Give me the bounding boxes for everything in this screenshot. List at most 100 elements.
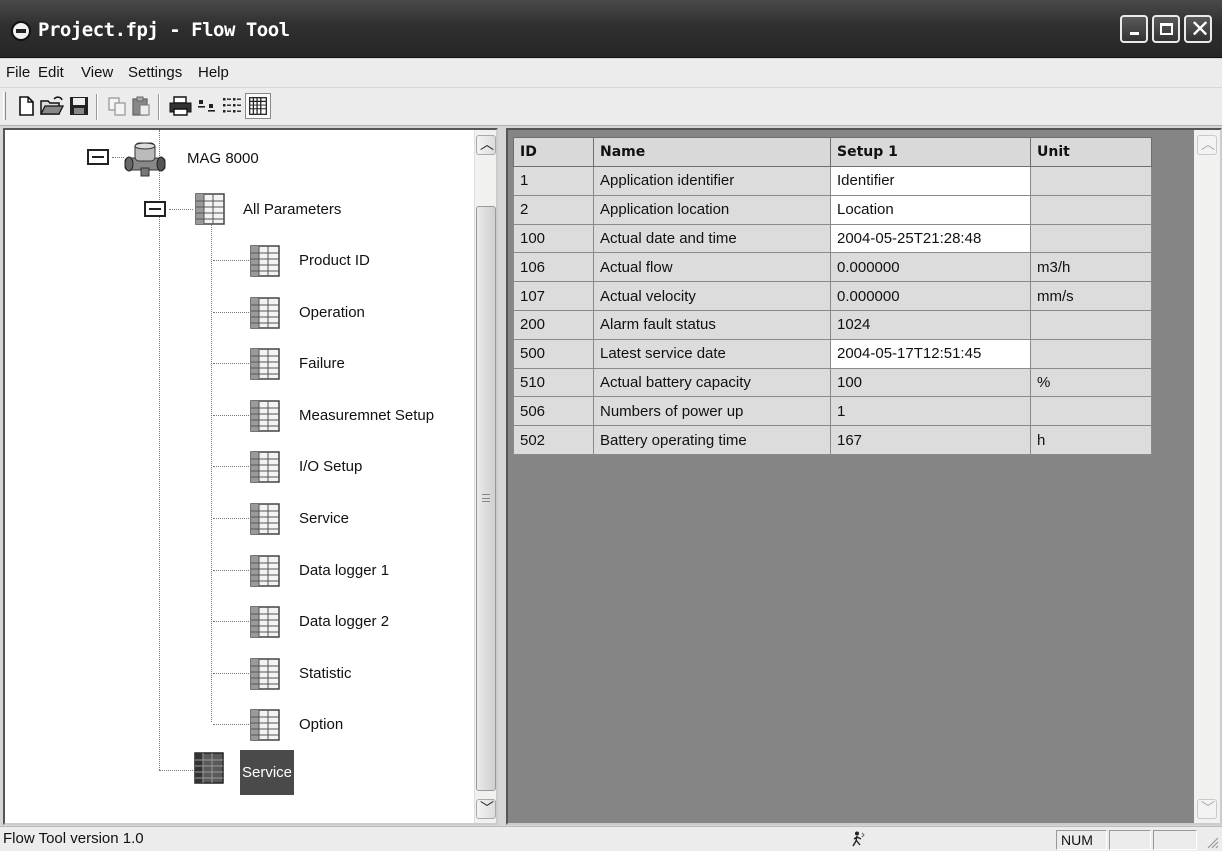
tree-line [213, 312, 249, 313]
toolbar [0, 88, 1222, 126]
close-icon: ✕ [1190, 15, 1211, 43]
parameter-table-icon[interactable] [250, 709, 280, 741]
maximize-icon [1160, 23, 1173, 35]
app-icon[interactable] [11, 21, 31, 41]
tree-line [211, 225, 212, 722]
scrollbar-thumb[interactable] [476, 206, 496, 791]
view-small-icons-icon[interactable] [196, 95, 218, 117]
column-header-id[interactable]: ID [513, 137, 594, 167]
tree-node-product-id[interactable]: Product ID [299, 252, 370, 269]
tree-node-failure[interactable]: Failure [299, 355, 345, 372]
menu-edit[interactable]: Edit [38, 64, 64, 81]
cell-name: Alarm fault status [593, 309, 831, 340]
tree-line [213, 518, 249, 519]
scroll-down-button[interactable]: ﹀ [476, 799, 496, 819]
table-row[interactable]: 100 Actual date and time 2004-05-25T21:28:… [513, 223, 1152, 254]
tree-node-measuremnet-setup[interactable]: Measuremnet Setup [299, 407, 434, 424]
cell-name: Actual battery capacity [593, 367, 831, 398]
parameter-table-icon[interactable] [250, 297, 280, 329]
cell-setup[interactable]: Location [830, 194, 1031, 225]
service-table-icon[interactable] [194, 752, 224, 784]
parameter-table-icon[interactable] [250, 400, 280, 432]
table-row[interactable]: 502 Battery operating time 167 h [513, 425, 1152, 455]
view-details-icon[interactable] [245, 93, 271, 119]
cell-setup[interactable]: 0.000000 [830, 281, 1031, 311]
table-row[interactable]: 106 Actual flow 0.000000 m3/h [513, 252, 1152, 283]
parameter-table-icon[interactable] [250, 348, 280, 380]
toolbar-separator [96, 94, 98, 120]
menu-settings[interactable]: Settings [128, 64, 182, 81]
parameter-table-icon[interactable] [250, 451, 280, 483]
grid-scroll-down-button[interactable]: ﹀ [1197, 799, 1217, 819]
table-row[interactable]: 500 Latest service date 2004-05-17T12:51:4… [513, 338, 1152, 369]
table-row[interactable]: 506 Numbers of power up 1 [513, 396, 1152, 427]
tree-node-data-logger-1[interactable]: Data logger 1 [299, 562, 389, 579]
parameter-table-icon[interactable] [250, 503, 280, 535]
grid-scroll-up-button[interactable]: ︿ [1197, 135, 1217, 155]
column-header-unit[interactable]: Unit [1030, 137, 1152, 167]
parameter-table-icon[interactable] [195, 193, 225, 225]
cell-setup[interactable]: 1 [830, 396, 1031, 427]
flowmeter-device-icon[interactable] [123, 140, 167, 178]
parameter-grid-pane: ID Name Setup 1 Unit 1 Application identi… [506, 128, 1222, 825]
tree-node-i-o-setup[interactable]: I/O Setup [299, 458, 362, 475]
parameter-table-icon[interactable] [250, 658, 280, 690]
menu-view[interactable]: View [81, 64, 113, 81]
tree-node-option[interactable]: Option [299, 716, 343, 733]
minimize-button[interactable] [1120, 15, 1148, 43]
parameter-table-icon[interactable] [250, 606, 280, 638]
cell-setup[interactable]: 2004-05-25T21:28:48 [830, 223, 1031, 254]
table-row[interactable]: 1 Application identifier Identifier [513, 166, 1152, 196]
table-row[interactable]: 107 Actual velocity 0.000000 mm/s [513, 281, 1152, 311]
cell-name: Actual velocity [593, 281, 831, 311]
tree-line [213, 260, 249, 261]
tree-node-device[interactable]: MAG 8000 [187, 150, 259, 167]
tree-node-operation[interactable]: Operation [299, 304, 365, 321]
tree-node-statistic[interactable]: Statistic [299, 665, 352, 682]
new-file-icon[interactable] [15, 95, 37, 117]
menu-bar: File Edit View Settings Help [0, 59, 1222, 87]
menu-file[interactable]: File [6, 64, 30, 81]
cell-name: Actual flow [593, 252, 831, 283]
copy-icon[interactable] [106, 95, 128, 117]
maximize-button[interactable] [1152, 15, 1180, 43]
tree-node-data-logger-2[interactable]: Data logger 2 [299, 613, 389, 630]
menu-help[interactable]: Help [198, 64, 229, 81]
collapse-device-toggle[interactable] [87, 149, 109, 165]
paste-icon[interactable] [130, 95, 152, 117]
cell-setup[interactable]: 1024 [830, 309, 1031, 340]
chevron-down-icon: ﹀ [1201, 801, 1215, 817]
tree-scrollbar[interactable]: ︿ ﹀ [474, 130, 496, 823]
cell-setup[interactable]: 0.000000 [830, 252, 1031, 283]
parameter-table-icon[interactable] [250, 555, 280, 587]
tree-node-service-selected[interactable]: Service [240, 750, 295, 795]
tree-node-service[interactable]: Service [299, 510, 349, 527]
grid-scrollbar[interactable]: ︿ ﹀ [1194, 130, 1220, 823]
view-list-icon[interactable] [221, 95, 243, 117]
table-row[interactable]: 2 Application location Location [513, 194, 1152, 225]
parameter-table-icon[interactable] [250, 245, 280, 277]
save-icon[interactable] [68, 95, 90, 117]
open-folder-icon[interactable] [39, 95, 65, 117]
cell-name: Battery operating time [593, 425, 831, 455]
table-row[interactable]: 510 Actual battery capacity 100% [513, 367, 1152, 398]
cell-setup[interactable]: Identifier [830, 166, 1031, 196]
scroll-up-button[interactable]: ︿ [476, 135, 496, 155]
tree-node-all-parameters[interactable]: All Parameters [243, 201, 341, 218]
table-row[interactable]: 200 Alarm fault status 1024 [513, 309, 1152, 340]
toolbar-grip[interactable] [3, 92, 6, 120]
tree-line [213, 466, 249, 467]
column-header-setup[interactable]: Setup 1 [830, 137, 1031, 167]
running-man-icon [852, 831, 865, 847]
collapse-parameters-toggle[interactable] [144, 201, 166, 217]
cell-setup[interactable]: 167 [830, 425, 1031, 455]
column-header-name[interactable]: Name [593, 137, 831, 167]
print-icon[interactable] [168, 95, 193, 117]
close-button[interactable]: ✕ [1184, 15, 1212, 43]
cell-setup[interactable]: 2004-05-17T12:51:45 [830, 338, 1031, 369]
cell-unit [1030, 166, 1152, 196]
cell-id: 500 [513, 338, 594, 369]
resize-grip-icon[interactable] [1205, 835, 1219, 849]
cell-unit [1030, 309, 1152, 340]
cell-setup[interactable]: 100 [830, 367, 1031, 398]
